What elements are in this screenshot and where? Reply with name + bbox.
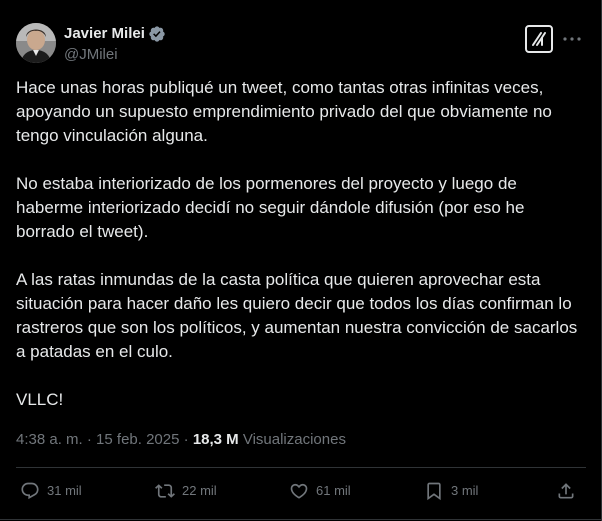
share-button[interactable] bbox=[556, 478, 576, 504]
name-row: Javier Milei bbox=[64, 24, 166, 44]
avatar[interactable] bbox=[16, 23, 56, 63]
reply-count: 31 mil bbox=[47, 483, 82, 498]
divider bbox=[16, 467, 586, 468]
tweet-meta: 4:38 a. m. · 15 feb. 2025 · 18,3 M Visua… bbox=[16, 430, 346, 450]
tweet-date[interactable]: 15 feb. 2025 bbox=[96, 431, 179, 448]
reply-icon bbox=[21, 482, 39, 500]
avatar-image bbox=[16, 23, 56, 63]
bookmark-icon bbox=[427, 482, 441, 501]
repost-icon bbox=[155, 484, 175, 498]
bottom-border bbox=[0, 519, 602, 520]
more-horizontal-icon[interactable] bbox=[560, 27, 584, 51]
views-count: 18,3 M bbox=[192, 431, 239, 448]
like-count: 61 mil bbox=[316, 483, 351, 498]
reply-button[interactable]: 31 mil bbox=[20, 478, 82, 504]
views-label: Visualizaciones bbox=[242, 431, 346, 448]
bookmark-button[interactable]: 3 mil bbox=[424, 478, 478, 504]
repost-count: 22 mil bbox=[182, 483, 217, 498]
action-bar: 31 mil 22 mil 61 mil 3 mil bbox=[0, 478, 602, 504]
share-icon bbox=[558, 483, 574, 499]
grok-icon[interactable] bbox=[525, 25, 553, 53]
tweet-paragraph: Hace unas horas publiqué un tweet, como … bbox=[16, 78, 552, 145]
tweet-detail: Javier Milei @JMilei Hace unas horas pub… bbox=[0, 0, 602, 521]
author-handle[interactable]: @JMilei bbox=[64, 45, 166, 65]
tweet-text: Hace unas horas publiqué un tweet, como … bbox=[16, 76, 586, 412]
repost-button[interactable]: 22 mil bbox=[155, 478, 217, 504]
tweet-paragraph: VLLC! bbox=[16, 390, 64, 409]
verified-badge-icon[interactable] bbox=[148, 25, 166, 43]
author-display-name[interactable]: Javier Milei bbox=[64, 24, 145, 44]
tweet-paragraph: A las ratas inmundas de la casta polític… bbox=[16, 270, 578, 361]
like-button[interactable]: 61 mil bbox=[289, 478, 351, 504]
tweet-time[interactable]: 4:38 a. m. bbox=[16, 431, 83, 448]
bookmark-count: 3 mil bbox=[451, 483, 479, 498]
heart-icon bbox=[290, 483, 308, 499]
author-block: Javier Milei @JMilei bbox=[64, 24, 166, 65]
meta-separator: · bbox=[183, 431, 189, 448]
tweet-paragraph: No estaba interiorizado de los pormenore… bbox=[16, 174, 525, 241]
meta-separator: · bbox=[86, 431, 92, 448]
